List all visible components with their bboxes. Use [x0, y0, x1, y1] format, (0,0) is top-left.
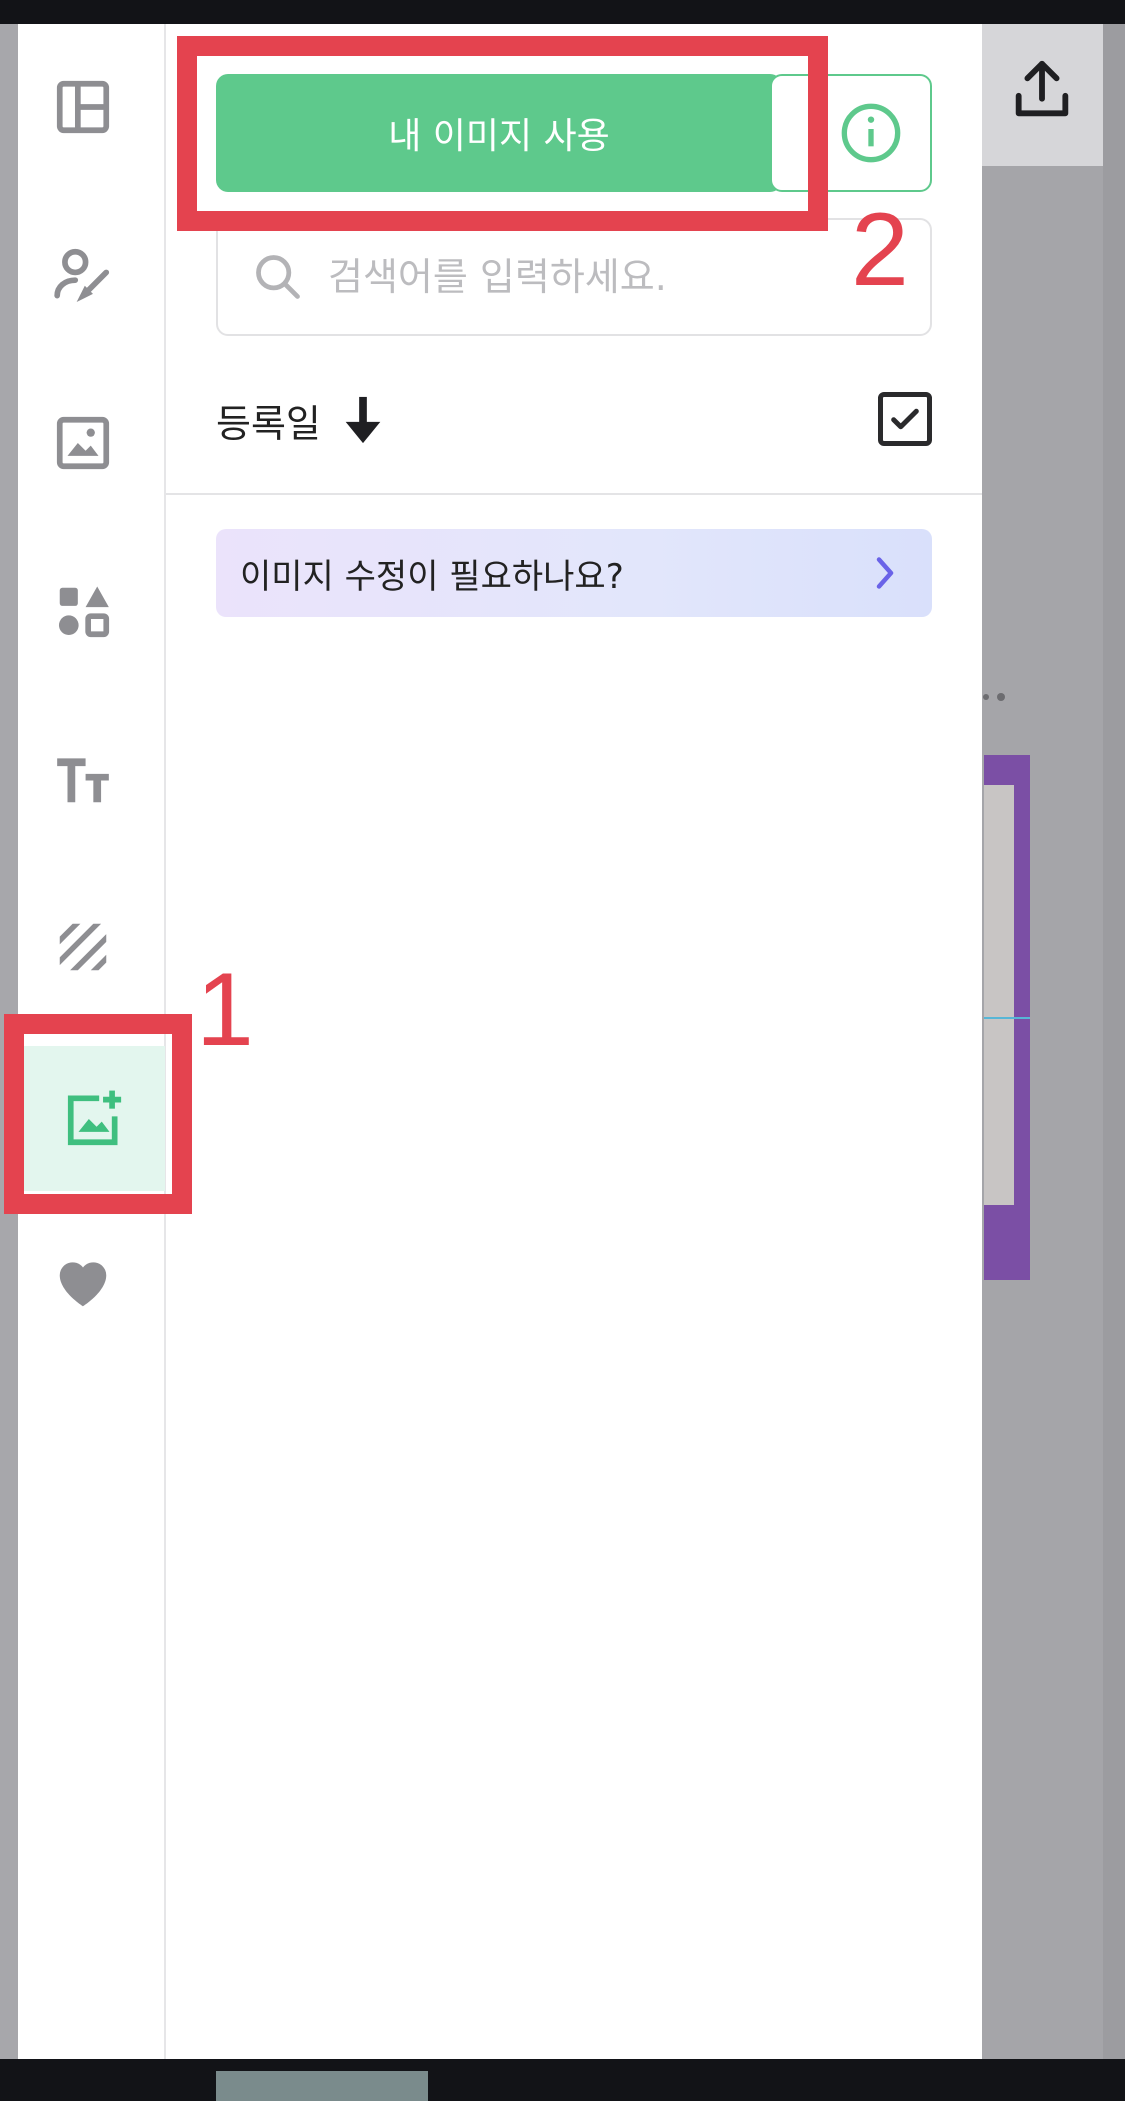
text-icon: [57, 758, 109, 803]
chevron-right-icon: [876, 557, 894, 589]
promo-text: 이미지 수정이 필요하나요?: [240, 556, 624, 597]
upload-icon: [1015, 60, 1069, 117]
user-brush-icon: [54, 248, 110, 303]
upload-button[interactable]: [1002, 50, 1082, 130]
window-edge: [1103, 24, 1125, 2059]
image-icon: [56, 416, 110, 470]
sidebar-item-text[interactable]: [18, 714, 148, 844]
bottom-bar: [0, 2059, 1125, 2101]
search-field[interactable]: [216, 218, 932, 336]
canvas-page-photo: [984, 785, 1014, 1205]
annotation-label-2: 2: [851, 192, 909, 308]
sidebar-item-photo[interactable]: [18, 378, 148, 508]
sidebar-item-template[interactable]: [18, 42, 148, 172]
image-edit-promo-banner[interactable]: 이미지 수정이 필요하나요?: [216, 529, 932, 617]
more-dots-icon: [983, 693, 1005, 701]
layout-icon: [56, 80, 110, 134]
divider: [166, 493, 982, 495]
annotation-box-2: [177, 36, 828, 231]
search-icon: [256, 255, 300, 299]
shapes-icon: [58, 586, 110, 638]
status-bar: [0, 0, 1125, 24]
checkmark-icon: [891, 408, 919, 430]
info-circle-icon: [841, 103, 901, 163]
sidebar-item-background[interactable]: [18, 882, 148, 1012]
annotation-label-1: 1: [196, 952, 254, 1068]
sort-control[interactable]: 등록일: [216, 380, 383, 460]
pattern-icon: [59, 923, 107, 971]
heart-icon: [59, 1262, 107, 1307]
canvas-guide-line: [984, 1017, 1030, 1019]
sidebar-item-favorites[interactable]: [18, 1218, 148, 1348]
annotation-box-1: [4, 1014, 192, 1214]
search-input[interactable]: [326, 254, 910, 300]
sort-label: 등록일: [216, 401, 321, 446]
sidebar-item-design[interactable]: [18, 210, 148, 340]
sidebar-item-elements[interactable]: [18, 546, 148, 676]
bottom-thumbnail: [216, 2071, 428, 2101]
select-checkbox[interactable]: [878, 392, 932, 446]
arrow-down-icon: [345, 396, 381, 444]
